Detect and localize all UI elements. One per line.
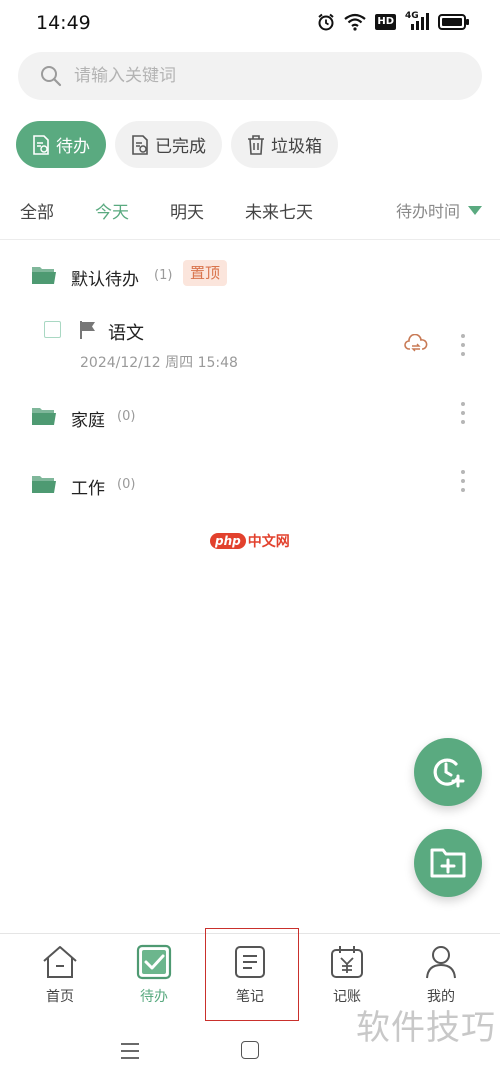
nav-home[interactable]: 首页 (20, 944, 100, 1006)
folder-icon (32, 408, 56, 425)
add-folder-button[interactable] (414, 829, 482, 897)
tab-today[interactable]: 今天 (95, 198, 129, 223)
flag-icon[interactable] (79, 320, 97, 340)
status-icons: HD 4G (317, 11, 470, 31)
hd-icon: HD (375, 14, 396, 30)
group-default[interactable]: 默认待办 (1) 置顶 (0, 257, 500, 297)
signal-4g-icon: 4G (405, 11, 429, 31)
battery-icon (438, 14, 469, 30)
divider (0, 239, 500, 240)
alarm-icon (318, 13, 334, 31)
todo-more-icon[interactable] (458, 334, 468, 356)
sort-label: 待办时间 (395, 202, 460, 221)
folder-icon (32, 476, 56, 493)
group-count: (0) (117, 409, 136, 424)
watermark-software-tips: 软件技巧 (356, 1008, 496, 1048)
nav-todo-label: 待办 (140, 989, 168, 1005)
status-time: 14:49 (36, 12, 91, 34)
group-name: 默认待办 (71, 270, 139, 290)
nav-home-label: 首页 (46, 989, 74, 1005)
group-more-icon[interactable] (458, 402, 468, 424)
chip-done-label: 已完成 (155, 137, 206, 157)
profile-icon (426, 946, 456, 979)
search-input[interactable] (74, 52, 464, 100)
date-tabs: 全部 今天 明天 未来七天 待办时间 (0, 186, 500, 236)
add-reminder-button[interactable] (414, 738, 482, 806)
group-count: (1) (154, 268, 173, 283)
ledger-icon (331, 946, 363, 978)
group-name: 工作 (71, 479, 105, 499)
wifi-icon (344, 13, 367, 31)
done-doc-icon (132, 134, 148, 155)
home-icon (43, 946, 77, 978)
group-more-icon[interactable] (458, 470, 468, 492)
chip-todo-label: 待办 (56, 137, 90, 157)
watermark-php-badge: php (210, 533, 246, 549)
tab-next-seven-days[interactable]: 未来七天 (245, 198, 313, 223)
group-work[interactable]: 工作 (0) (0, 466, 500, 506)
tab-all[interactable]: 全部 (20, 198, 54, 223)
nav-profile[interactable]: 我的 (401, 944, 481, 1006)
checkbox-icon (136, 944, 172, 980)
chip-trash-label: 垃圾箱 (271, 137, 322, 157)
group-family[interactable]: 家庭 (0) (0, 398, 500, 438)
cloud-sync-icon[interactable] (404, 334, 428, 354)
pinned-badge: 置顶 (183, 260, 228, 286)
chip-todo[interactable]: 待办 (16, 121, 106, 168)
todo-checkbox[interactable] (44, 321, 61, 338)
status-bar: 14:49 HD 4G (0, 0, 500, 48)
group-name: 家庭 (71, 411, 105, 431)
chip-trash[interactable]: 垃圾箱 (231, 121, 338, 168)
highlight-box (205, 928, 299, 1021)
triangle-down-icon (468, 205, 482, 215)
watermark-php-text: 中文网 (247, 534, 290, 550)
menu-icon[interactable] (120, 1041, 140, 1061)
search-bar[interactable] (18, 52, 482, 100)
todo-datetime: 2024/12/12 周四 15:48 (80, 355, 238, 371)
nav-ledger[interactable]: 记账 (307, 944, 387, 1006)
todo-item[interactable]: 语文 2024/12/12 周四 15:48 (0, 310, 500, 382)
status-filter-chips: 待办 已完成 垃圾箱 (16, 121, 338, 168)
add-folder-icon (430, 848, 466, 878)
folder-icon (32, 267, 56, 284)
chip-done[interactable]: 已完成 (115, 121, 222, 168)
sort-dropdown[interactable]: 待办时间 (396, 198, 482, 222)
todo-doc-icon (33, 134, 49, 155)
watermark-php: php 中文网 (210, 531, 290, 551)
group-count: (0) (117, 477, 136, 492)
search-icon (41, 66, 62, 87)
nav-todo[interactable]: 待办 (114, 944, 194, 1006)
tab-tomorrow[interactable]: 明天 (170, 198, 204, 223)
add-reminder-icon (433, 758, 465, 788)
todo-title: 语文 (108, 323, 144, 344)
home-button-icon[interactable] (241, 1041, 259, 1059)
trash-icon (248, 134, 264, 155)
